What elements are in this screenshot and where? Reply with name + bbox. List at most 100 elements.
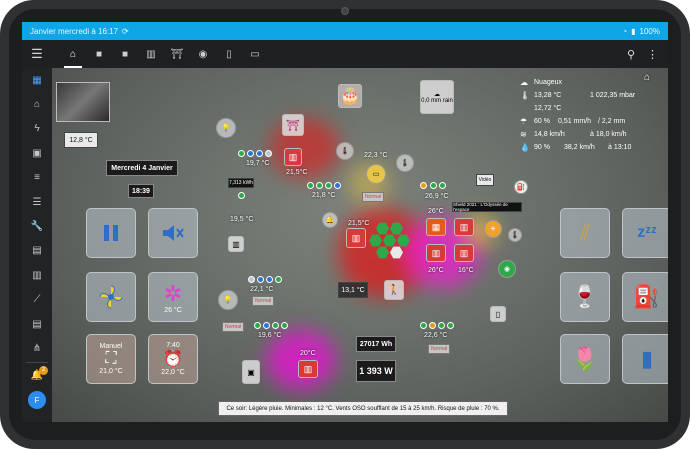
manual-mode-button[interactable]: Manuel ⛶ 21,0 °C — [86, 334, 136, 384]
radiator-icon[interactable]: ▥ — [284, 148, 302, 166]
sun-icon[interactable]: ☀ — [484, 220, 502, 238]
wind-gust: à 18,0 km/h — [590, 131, 627, 138]
status-dot — [263, 322, 270, 329]
fan-button[interactable] — [86, 272, 136, 322]
door-icon[interactable]: ▯ — [490, 306, 506, 322]
birthday-cake-icon[interactable]: 🎂 — [338, 84, 362, 108]
sidebar-item-dashboard[interactable]: ▦ — [22, 68, 52, 92]
sidebar-item-network[interactable]: ⋔ — [22, 336, 52, 360]
watering-button[interactable]: ⛽ — [622, 272, 668, 322]
radiator-icon[interactable]: ▥ — [298, 360, 318, 378]
radiator-icon[interactable]: ▥ — [454, 244, 474, 262]
temp-room-11: 22,1 °C — [250, 286, 274, 293]
sidebar-item-chart-bar[interactable]: ▤ — [22, 239, 52, 263]
bell-icon[interactable]: 🔔 — [322, 212, 338, 228]
menu-icon[interactable]: ☰ — [22, 40, 52, 68]
radiator-icon[interactable]: ▥ — [228, 236, 244, 252]
status-dot — [238, 150, 245, 157]
forecast-banner: Ce soir: Légère pluie. Minimales : 12 °C… — [218, 401, 508, 416]
sidebar-item-wrench[interactable]: 🔧 — [22, 214, 52, 238]
tab-gate[interactable]: ⛩ — [164, 40, 190, 68]
pause-button[interactable] — [86, 208, 136, 258]
manual-temp: 21,0 °C — [99, 368, 123, 375]
sidebar: ▦ ⌂ ϟ ▣ ≡ ☰ 🔧 ▤ ▥ ⟋ ▤ ⋔ 🔔 2 F — [22, 68, 52, 422]
rain-total: / 2,2 mm — [598, 118, 626, 125]
media-now-playing[interactable]: Shield 2021 : L'Odyssée de l'espace — [452, 202, 522, 212]
tab-tv[interactable]: ▭ — [242, 40, 268, 68]
sidebar-item-screen[interactable]: ▣ — [22, 141, 52, 165]
mute-button[interactable] — [148, 208, 198, 258]
status-dot — [420, 322, 427, 329]
sidebar-item-list-alt[interactable]: ☰ — [22, 190, 52, 214]
temp-room-4: 22,3 °C — [364, 152, 388, 159]
sidebar-item-server[interactable]: ▥ — [22, 263, 52, 287]
sidebar-item-notifications[interactable]: 🔔 2 — [22, 364, 52, 388]
robot-icon[interactable]: ◉ — [498, 260, 516, 278]
status-dot — [438, 322, 445, 329]
radiator-icon[interactable]: ▥ — [454, 218, 474, 236]
bulb-icon[interactable]: 💡 — [218, 290, 238, 310]
pressure: 1 022,35 mbar — [590, 92, 636, 99]
alarm-button[interactable]: 7:40 ⏰ 22,0 °C — [148, 334, 198, 384]
tab-square-2[interactable]: ■ — [112, 40, 138, 68]
temp-room-13: 22,6 °C — [424, 332, 448, 339]
device-icon[interactable]: ▣ — [242, 360, 260, 384]
sidebar-item-user[interactable]: F — [22, 388, 52, 412]
thermometer-icon[interactable]: 🌡 — [336, 142, 354, 160]
energy-total: 27017 Wh — [356, 336, 396, 352]
thermometer-icon[interactable]: 🌡 — [396, 154, 414, 172]
bulb-icon[interactable]: 💡 — [216, 118, 236, 138]
sidebar-item-home[interactable]: ⌂ — [22, 92, 52, 116]
status-dot — [238, 192, 245, 199]
sidebar-item-list[interactable]: ≡ — [22, 166, 52, 190]
avatar: F — [28, 391, 46, 410]
light-icon[interactable]: ▭ — [366, 164, 386, 184]
video-label[interactable]: Vidéo — [476, 174, 494, 186]
temp-room-1: 19,7 °C — [246, 160, 270, 167]
status-dot — [429, 322, 436, 329]
sleep-icon: zᶻᶻ — [637, 224, 657, 241]
gate-icon[interactable]: ⛩ — [282, 114, 304, 136]
watering-icon[interactable]: ⛽ — [514, 180, 528, 194]
sidebar-item-energy[interactable]: ϟ — [22, 117, 52, 141]
sleep-button[interactable]: zᶻᶻ — [622, 208, 668, 258]
mode-normal: Normal — [362, 192, 385, 202]
thermometer-icon[interactable]: 🌡 — [508, 228, 522, 242]
heater-icon[interactable]: ▦ — [426, 218, 446, 236]
rain-cloud-icon[interactable]: ☁ 0,0 mm rain — [420, 80, 454, 114]
status-dot — [420, 182, 427, 189]
person-walking-icon[interactable]: 🚶 — [384, 280, 404, 300]
glass-button[interactable]: 🍷 — [560, 272, 610, 322]
bottle-button[interactable]: ▮ — [622, 334, 668, 384]
tab-square-1[interactable]: ■ — [86, 40, 112, 68]
ceiling-fan-button[interactable]: ✲ 26 °C — [148, 272, 198, 322]
tab-phone[interactable]: ▯ — [216, 40, 242, 68]
sidebar-item-document[interactable]: ▤ — [22, 312, 52, 336]
tab-home[interactable]: ⌂ — [60, 40, 86, 68]
camera-feed[interactable] — [56, 82, 110, 122]
radiator-icon[interactable]: ▥ — [346, 228, 366, 248]
temp-room-8: 26°C — [428, 208, 444, 215]
status-dot — [266, 276, 273, 283]
tulip-icon: 🌷 — [571, 346, 599, 371]
sync-icon: ⟳ — [122, 26, 129, 36]
mute-icon — [163, 225, 184, 241]
radiator-icon[interactable]: ▥ — [426, 244, 446, 262]
sidebar-item-chart-line[interactable]: ⟋ — [22, 288, 52, 312]
rain-button[interactable]: ⫽ — [560, 208, 610, 258]
mode-normal: Normal — [252, 296, 275, 306]
flower-button[interactable]: 🌷 — [560, 334, 610, 384]
tab-eye[interactable]: ◉ — [190, 40, 216, 68]
status-time: Janvier mercredi à 16:17 — [30, 26, 119, 36]
temp-room-15: 20°C — [300, 350, 316, 357]
tab-radiator[interactable]: ▥ — [138, 40, 164, 68]
rain-rate: 0,51 mm/h — [558, 118, 592, 125]
wifi-icon: ◔ — [622, 26, 628, 36]
status-dot — [439, 182, 446, 189]
more-vertical-icon[interactable]: ⋮ — [647, 48, 658, 61]
pause-icon — [104, 225, 118, 241]
status-dot — [254, 322, 261, 329]
search-icon[interactable]: ⚲ — [627, 48, 635, 61]
temp-room-3: 21,8 °C — [312, 192, 336, 199]
status-dot — [325, 182, 332, 189]
